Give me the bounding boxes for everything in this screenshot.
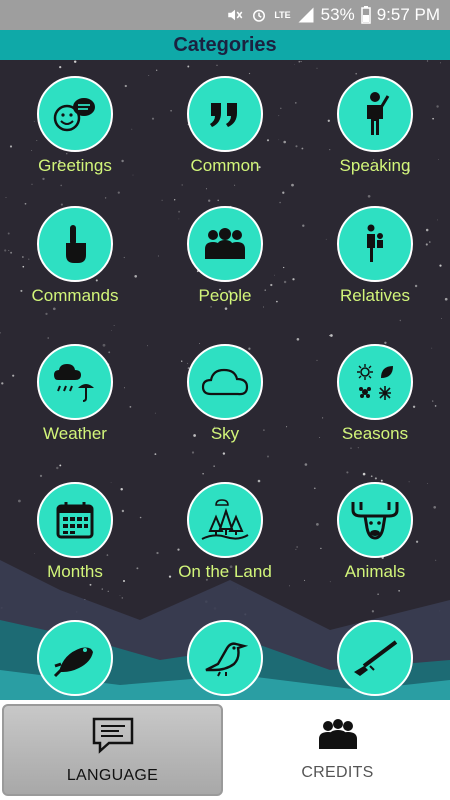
fish-icon bbox=[37, 620, 113, 696]
category-commands[interactable]: Commands bbox=[0, 206, 150, 336]
trees-landscape-icon bbox=[187, 482, 263, 558]
rifle-icon bbox=[337, 620, 413, 696]
category-label: Weather bbox=[43, 424, 107, 443]
category-label: On the Land bbox=[178, 562, 272, 581]
language-tab-label: LANGUAGE bbox=[66, 766, 159, 784]
battery-icon bbox=[360, 6, 371, 24]
adult-child-icon bbox=[337, 206, 413, 282]
category-label: Commands bbox=[31, 286, 119, 305]
sun-leaf-flower-snowflake-icon bbox=[337, 344, 413, 420]
category-label: Speaking bbox=[339, 156, 411, 175]
category-label: Common bbox=[190, 156, 260, 175]
page-title: Categories bbox=[173, 33, 277, 56]
category-label: Animals bbox=[344, 562, 406, 581]
cloud-icon bbox=[187, 344, 263, 420]
category-on-the-land[interactable]: On the Land bbox=[150, 482, 300, 612]
signal-icon bbox=[297, 6, 315, 24]
language-tab[interactable]: LANGUAGE bbox=[2, 704, 223, 796]
category-label: Months bbox=[47, 562, 103, 581]
status-bar: LTE 53% 9:57 PM bbox=[0, 0, 450, 30]
category-label: Sky bbox=[210, 424, 240, 443]
category-grid-area[interactable]: Greetings Common Speaking Commands Peopl… bbox=[0, 60, 450, 700]
mute-icon bbox=[226, 6, 244, 24]
people-group-icon bbox=[316, 718, 360, 756]
category-rifle[interactable] bbox=[300, 620, 450, 700]
header-bar: Categories bbox=[0, 30, 450, 60]
category-months[interactable]: Months bbox=[0, 482, 150, 612]
speech-bubble-icon bbox=[91, 716, 135, 759]
person-speaking-icon bbox=[337, 76, 413, 152]
group-people-icon bbox=[187, 206, 263, 282]
category-fish[interactable] bbox=[0, 620, 150, 700]
category-seasons[interactable]: Seasons bbox=[300, 344, 450, 474]
category-label: People bbox=[198, 286, 252, 305]
category-weather[interactable]: Weather bbox=[0, 344, 150, 474]
category-speaking[interactable]: Speaking bbox=[300, 76, 450, 206]
calendar-icon bbox=[37, 482, 113, 558]
category-label: Greetings bbox=[38, 156, 112, 175]
category-bird[interactable] bbox=[150, 620, 300, 700]
credits-tab-label: CREDITS bbox=[301, 763, 374, 781]
battery-level: 53% bbox=[320, 5, 355, 24]
category-animals[interactable]: Animals bbox=[300, 482, 450, 612]
network-type: LTE bbox=[274, 9, 291, 20]
alarm-icon bbox=[250, 6, 268, 24]
category-label: Seasons bbox=[341, 424, 409, 443]
category-label: Relatives bbox=[340, 286, 410, 305]
bird-icon bbox=[187, 620, 263, 696]
bottom-navigation: LANGUAGE CREDITS bbox=[0, 700, 450, 800]
credits-tab[interactable]: CREDITS bbox=[225, 700, 450, 800]
category-relatives[interactable]: Relatives bbox=[300, 206, 450, 336]
category-greetings[interactable]: Greetings bbox=[0, 76, 150, 206]
category-people[interactable]: People bbox=[150, 206, 300, 336]
pointing-hand-icon bbox=[37, 206, 113, 282]
category-sky[interactable]: Sky bbox=[150, 344, 300, 474]
clock: 9:57 PM bbox=[376, 5, 440, 24]
moose-icon bbox=[337, 482, 413, 558]
category-common[interactable]: Common bbox=[150, 76, 300, 206]
faces-speech-icon bbox=[37, 76, 113, 152]
rain-cloud-umbrella-icon bbox=[37, 344, 113, 420]
quote-marks-icon bbox=[187, 76, 263, 152]
